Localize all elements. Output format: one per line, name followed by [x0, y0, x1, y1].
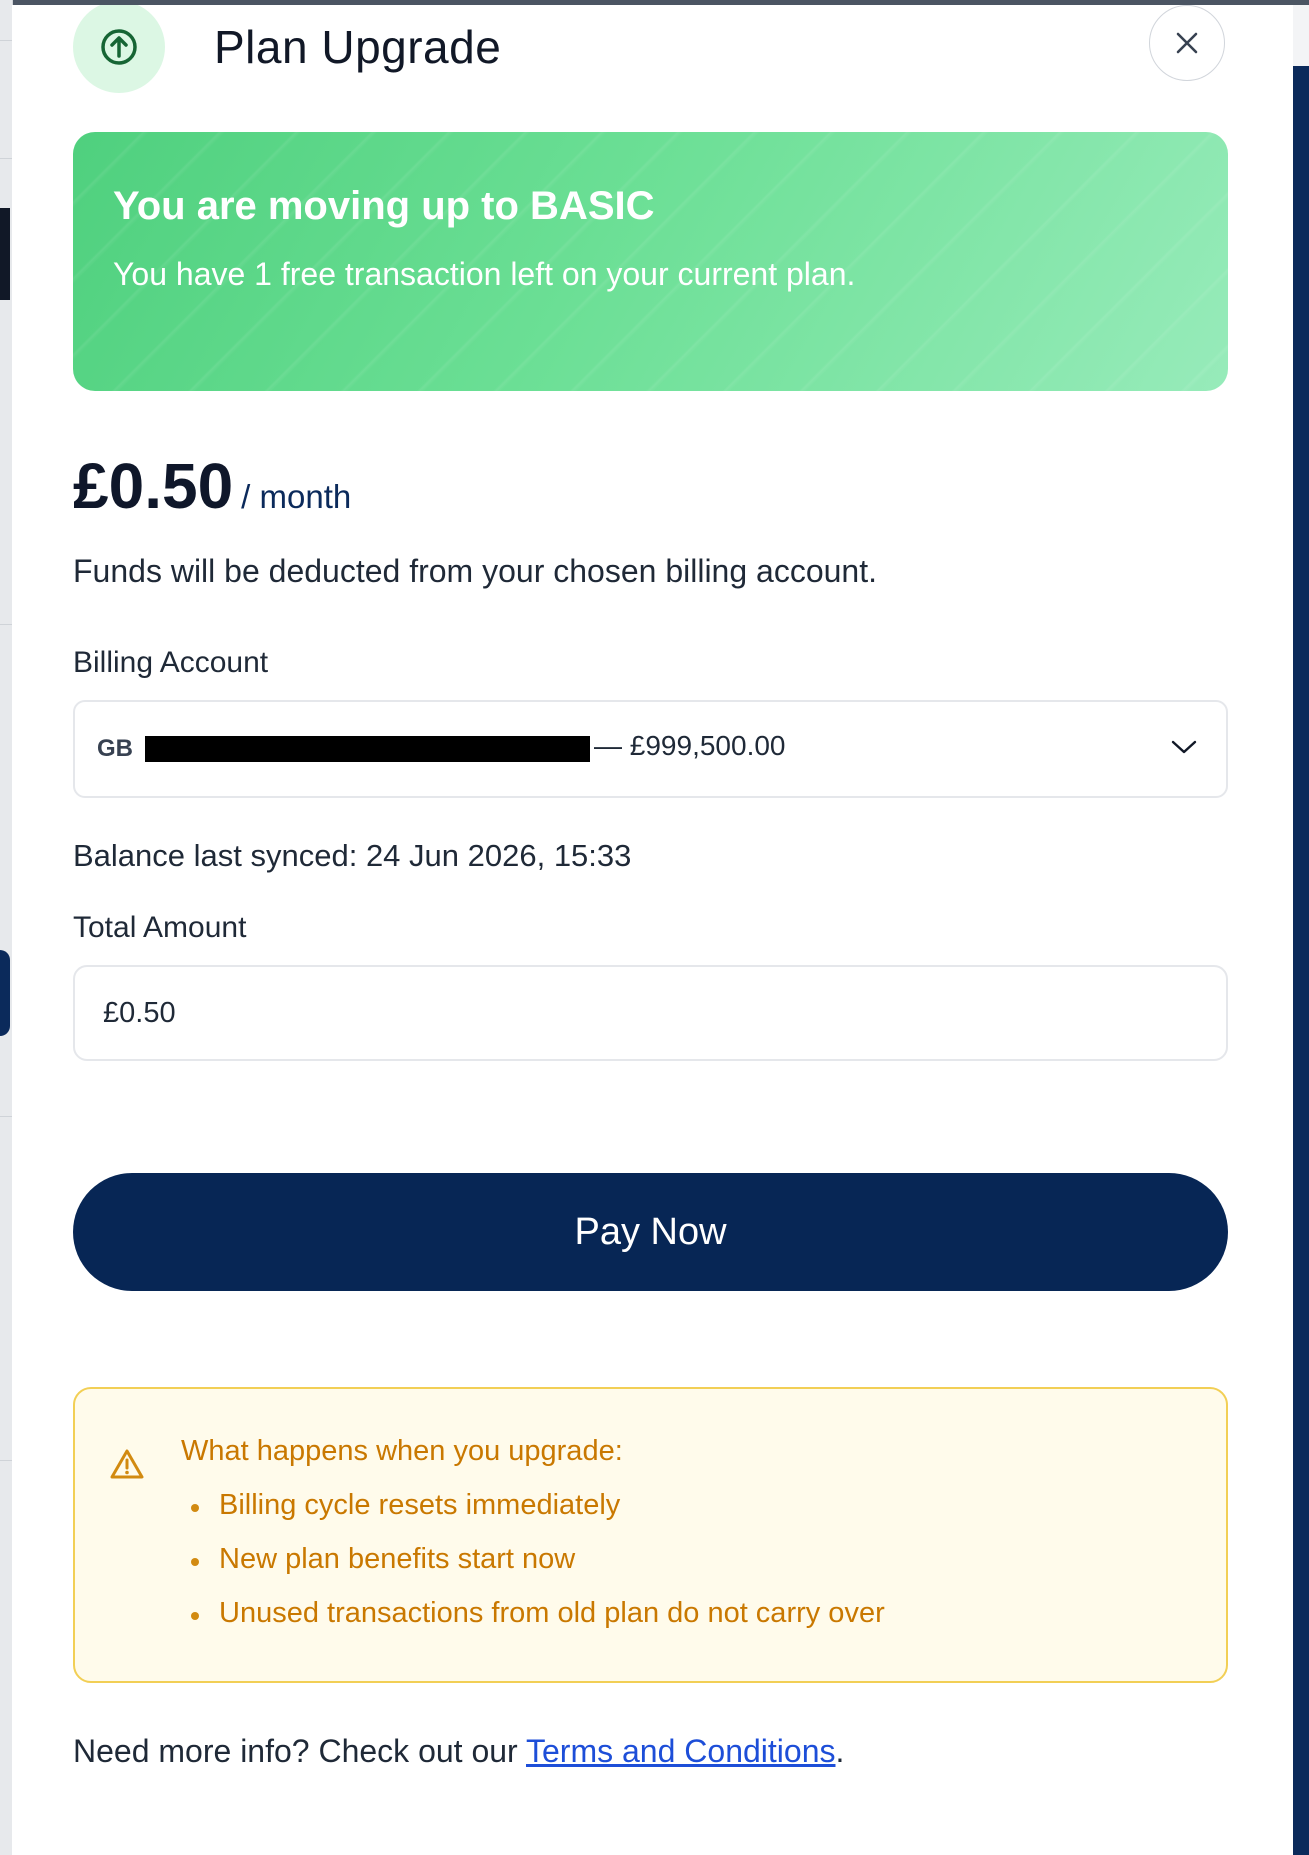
footer-suffix: .: [835, 1733, 845, 1769]
upgrade-warning-notice: What happens when you upgrade: Billing c…: [73, 1387, 1228, 1683]
background-divider: [0, 624, 12, 625]
price-period: / month: [241, 478, 352, 515]
notice-item: Billing cycle resets immediately: [181, 1489, 885, 1543]
footer-text: Need more info? Check out our: [73, 1733, 526, 1769]
notice-list: Billing cycle resets immediately New pla…: [181, 1489, 885, 1651]
footer-note: Need more info? Check out our Terms and …: [73, 1733, 844, 1770]
total-amount-label: Total Amount: [73, 911, 247, 944]
close-button[interactable]: [1149, 5, 1225, 81]
price-display: £0.50/ month: [73, 449, 352, 522]
price-amount: £0.50: [73, 450, 234, 522]
scrollbar-gutter[interactable]: [1293, 66, 1309, 1855]
warning-icon: [110, 1449, 144, 1479]
redacted-account-number: [145, 736, 590, 762]
close-icon: [1176, 32, 1198, 54]
background-nav-block: [0, 208, 10, 300]
notice-title: What happens when you upgrade:: [181, 1435, 623, 1467]
terms-link[interactable]: Terms and Conditions: [526, 1733, 835, 1769]
arrow-up-circle-icon-glyph: [101, 29, 137, 65]
balance-sync-status: Balance last synced: 24 Jun 2026, 15:33: [73, 838, 632, 873]
plan-upgrade-drawer: Plan Upgrade You are moving up to BASIC …: [12, 5, 1293, 1855]
background-button-edge: [0, 950, 10, 1036]
plan-banner-subtitle: You have 1 free transaction left on your…: [113, 256, 856, 292]
total-amount-field[interactable]: [73, 965, 1228, 1061]
plan-banner-title: You are moving up to BASIC: [113, 184, 655, 228]
billing-account-select[interactable]: GB — £999,500.00: [73, 700, 1228, 798]
pay-now-button[interactable]: Pay Now: [73, 1173, 1228, 1291]
funds-note: Funds will be deducted from your chosen …: [73, 553, 877, 589]
plan-banner: You are moving up to BASIC You have 1 fr…: [73, 132, 1228, 391]
arrow-up-circle-icon: [73, 5, 165, 93]
notice-item: Unused transactions from old plan do not…: [181, 1597, 885, 1651]
background-divider: [0, 1116, 12, 1117]
background-divider: [0, 1460, 12, 1461]
chevron-down-icon: [1171, 740, 1197, 754]
background-divider: [0, 40, 12, 41]
notice-item: New plan benefits start now: [181, 1543, 885, 1597]
billing-account-balance: — £999,500.00: [594, 730, 786, 761]
background-divider: [0, 158, 12, 159]
drawer-header: Plan Upgrade: [12, 5, 1293, 105]
country-code: GB: [97, 735, 133, 762]
billing-account-label: Billing Account: [73, 646, 269, 679]
page-title: Plan Upgrade: [214, 21, 502, 73]
